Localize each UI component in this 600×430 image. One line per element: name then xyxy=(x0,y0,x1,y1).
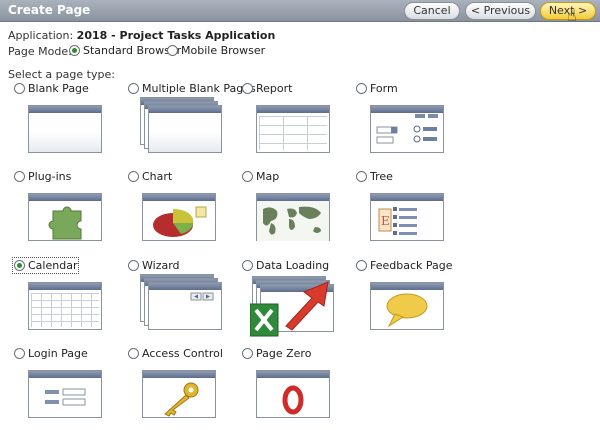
option-tree[interactable]: Tree xyxy=(356,170,393,183)
key-icon[interactable] xyxy=(142,368,218,420)
wizard-radio[interactable] xyxy=(128,260,139,271)
multiple-blank-pages-radio[interactable] xyxy=(128,83,139,94)
mobile-browser-label: Mobile Browser xyxy=(181,44,266,57)
blank-page-radio[interactable] xyxy=(14,83,25,94)
feedback-page-radio[interactable] xyxy=(356,260,367,271)
cancel-button[interactable]: Cancel xyxy=(404,2,460,20)
application-name: 2018 - Project Tasks Application xyxy=(76,29,276,42)
tree-radio[interactable] xyxy=(356,171,367,182)
option-login-page[interactable]: Login Page xyxy=(14,347,88,360)
application-label: Application: xyxy=(8,29,74,42)
option-plug-ins[interactable]: Plug-ins xyxy=(14,170,71,183)
form-radio[interactable] xyxy=(356,83,367,94)
feedback-page-label: Feedback Page xyxy=(370,259,453,272)
map-label: Map xyxy=(256,170,280,183)
report-table-icon[interactable] xyxy=(256,103,332,155)
standard-browser-radio[interactable] xyxy=(69,45,80,56)
option-calendar[interactable]: Calendar xyxy=(11,257,80,274)
speech-bubble-icon[interactable] xyxy=(370,280,446,332)
chart-label: Chart xyxy=(142,170,173,183)
form-label: Form xyxy=(370,82,398,95)
chart-radio[interactable] xyxy=(128,171,139,182)
mobile-browser-radio[interactable] xyxy=(167,45,178,56)
pie-chart-icon[interactable] xyxy=(142,191,218,243)
report-radio[interactable] xyxy=(242,83,253,94)
title-bar: Create Page Cancel < Previous Next > xyxy=(0,0,600,22)
page-zero-icon[interactable] xyxy=(256,368,332,420)
multiple-pages-icon[interactable] xyxy=(140,97,222,153)
login-form-icon[interactable] xyxy=(28,368,104,420)
data-loading-label: Data Loading xyxy=(256,259,330,272)
page-title: Create Page xyxy=(8,3,91,17)
svg-text:E: E xyxy=(381,214,390,228)
form-icon[interactable] xyxy=(370,103,446,155)
login-page-label: Login Page xyxy=(28,347,88,360)
option-blank-page[interactable]: Blank Page xyxy=(14,82,89,95)
application-row: Application: 2018 - Project Tasks Applic… xyxy=(8,29,275,42)
option-form[interactable]: Form xyxy=(356,82,398,95)
wizard-icon[interactable] xyxy=(140,274,222,330)
tree-icon[interactable]: E xyxy=(370,191,446,243)
plug-ins-label: Plug-ins xyxy=(28,170,72,183)
login-page-radio[interactable] xyxy=(14,348,25,359)
calendar-icon[interactable] xyxy=(28,280,104,332)
blank-page-label: Blank Page xyxy=(28,82,89,95)
hand-cursor-icon: ☝ xyxy=(567,6,577,25)
page-zero-radio[interactable] xyxy=(242,348,253,359)
mobile-browser-option[interactable]: Mobile Browser xyxy=(167,44,265,57)
data-loading-radio[interactable] xyxy=(242,260,253,271)
calendar-label: Calendar xyxy=(28,259,78,272)
access-control-label: Access Control xyxy=(142,347,223,360)
standard-browser-option[interactable]: Standard Browser xyxy=(69,44,181,57)
page-mode-label: Page Mode: xyxy=(8,45,72,58)
plug-ins-radio[interactable] xyxy=(14,171,25,182)
access-control-radio[interactable] xyxy=(128,348,139,359)
multiple-blank-pages-label: Multiple Blank Pages xyxy=(142,82,256,95)
map-radio[interactable] xyxy=(242,171,253,182)
option-wizard[interactable]: Wizard xyxy=(128,259,180,272)
puzzle-piece-icon[interactable] xyxy=(28,191,104,243)
option-chart[interactable]: Chart xyxy=(128,170,172,183)
report-label: Report xyxy=(256,82,293,95)
option-multiple-blank-pages[interactable]: Multiple Blank Pages xyxy=(128,82,256,95)
select-page-type-label: Select a page type: xyxy=(8,68,115,81)
page-zero-label: Page Zero xyxy=(256,347,312,360)
world-map-icon[interactable] xyxy=(256,191,332,243)
blank-page-icon[interactable] xyxy=(28,103,104,155)
option-map[interactable]: Map xyxy=(242,170,279,183)
excel-upload-icon[interactable] xyxy=(250,276,340,340)
option-feedback-page[interactable]: Feedback Page xyxy=(356,259,453,272)
option-data-loading[interactable]: Data Loading xyxy=(242,259,329,272)
tree-label: Tree xyxy=(370,170,393,183)
previous-button[interactable]: < Previous xyxy=(465,2,536,20)
option-access-control[interactable]: Access Control xyxy=(128,347,223,360)
option-page-zero[interactable]: Page Zero xyxy=(242,347,311,360)
calendar-radio[interactable] xyxy=(14,260,25,271)
wizard-label: Wizard xyxy=(142,259,180,272)
option-report[interactable]: Report xyxy=(242,82,292,95)
